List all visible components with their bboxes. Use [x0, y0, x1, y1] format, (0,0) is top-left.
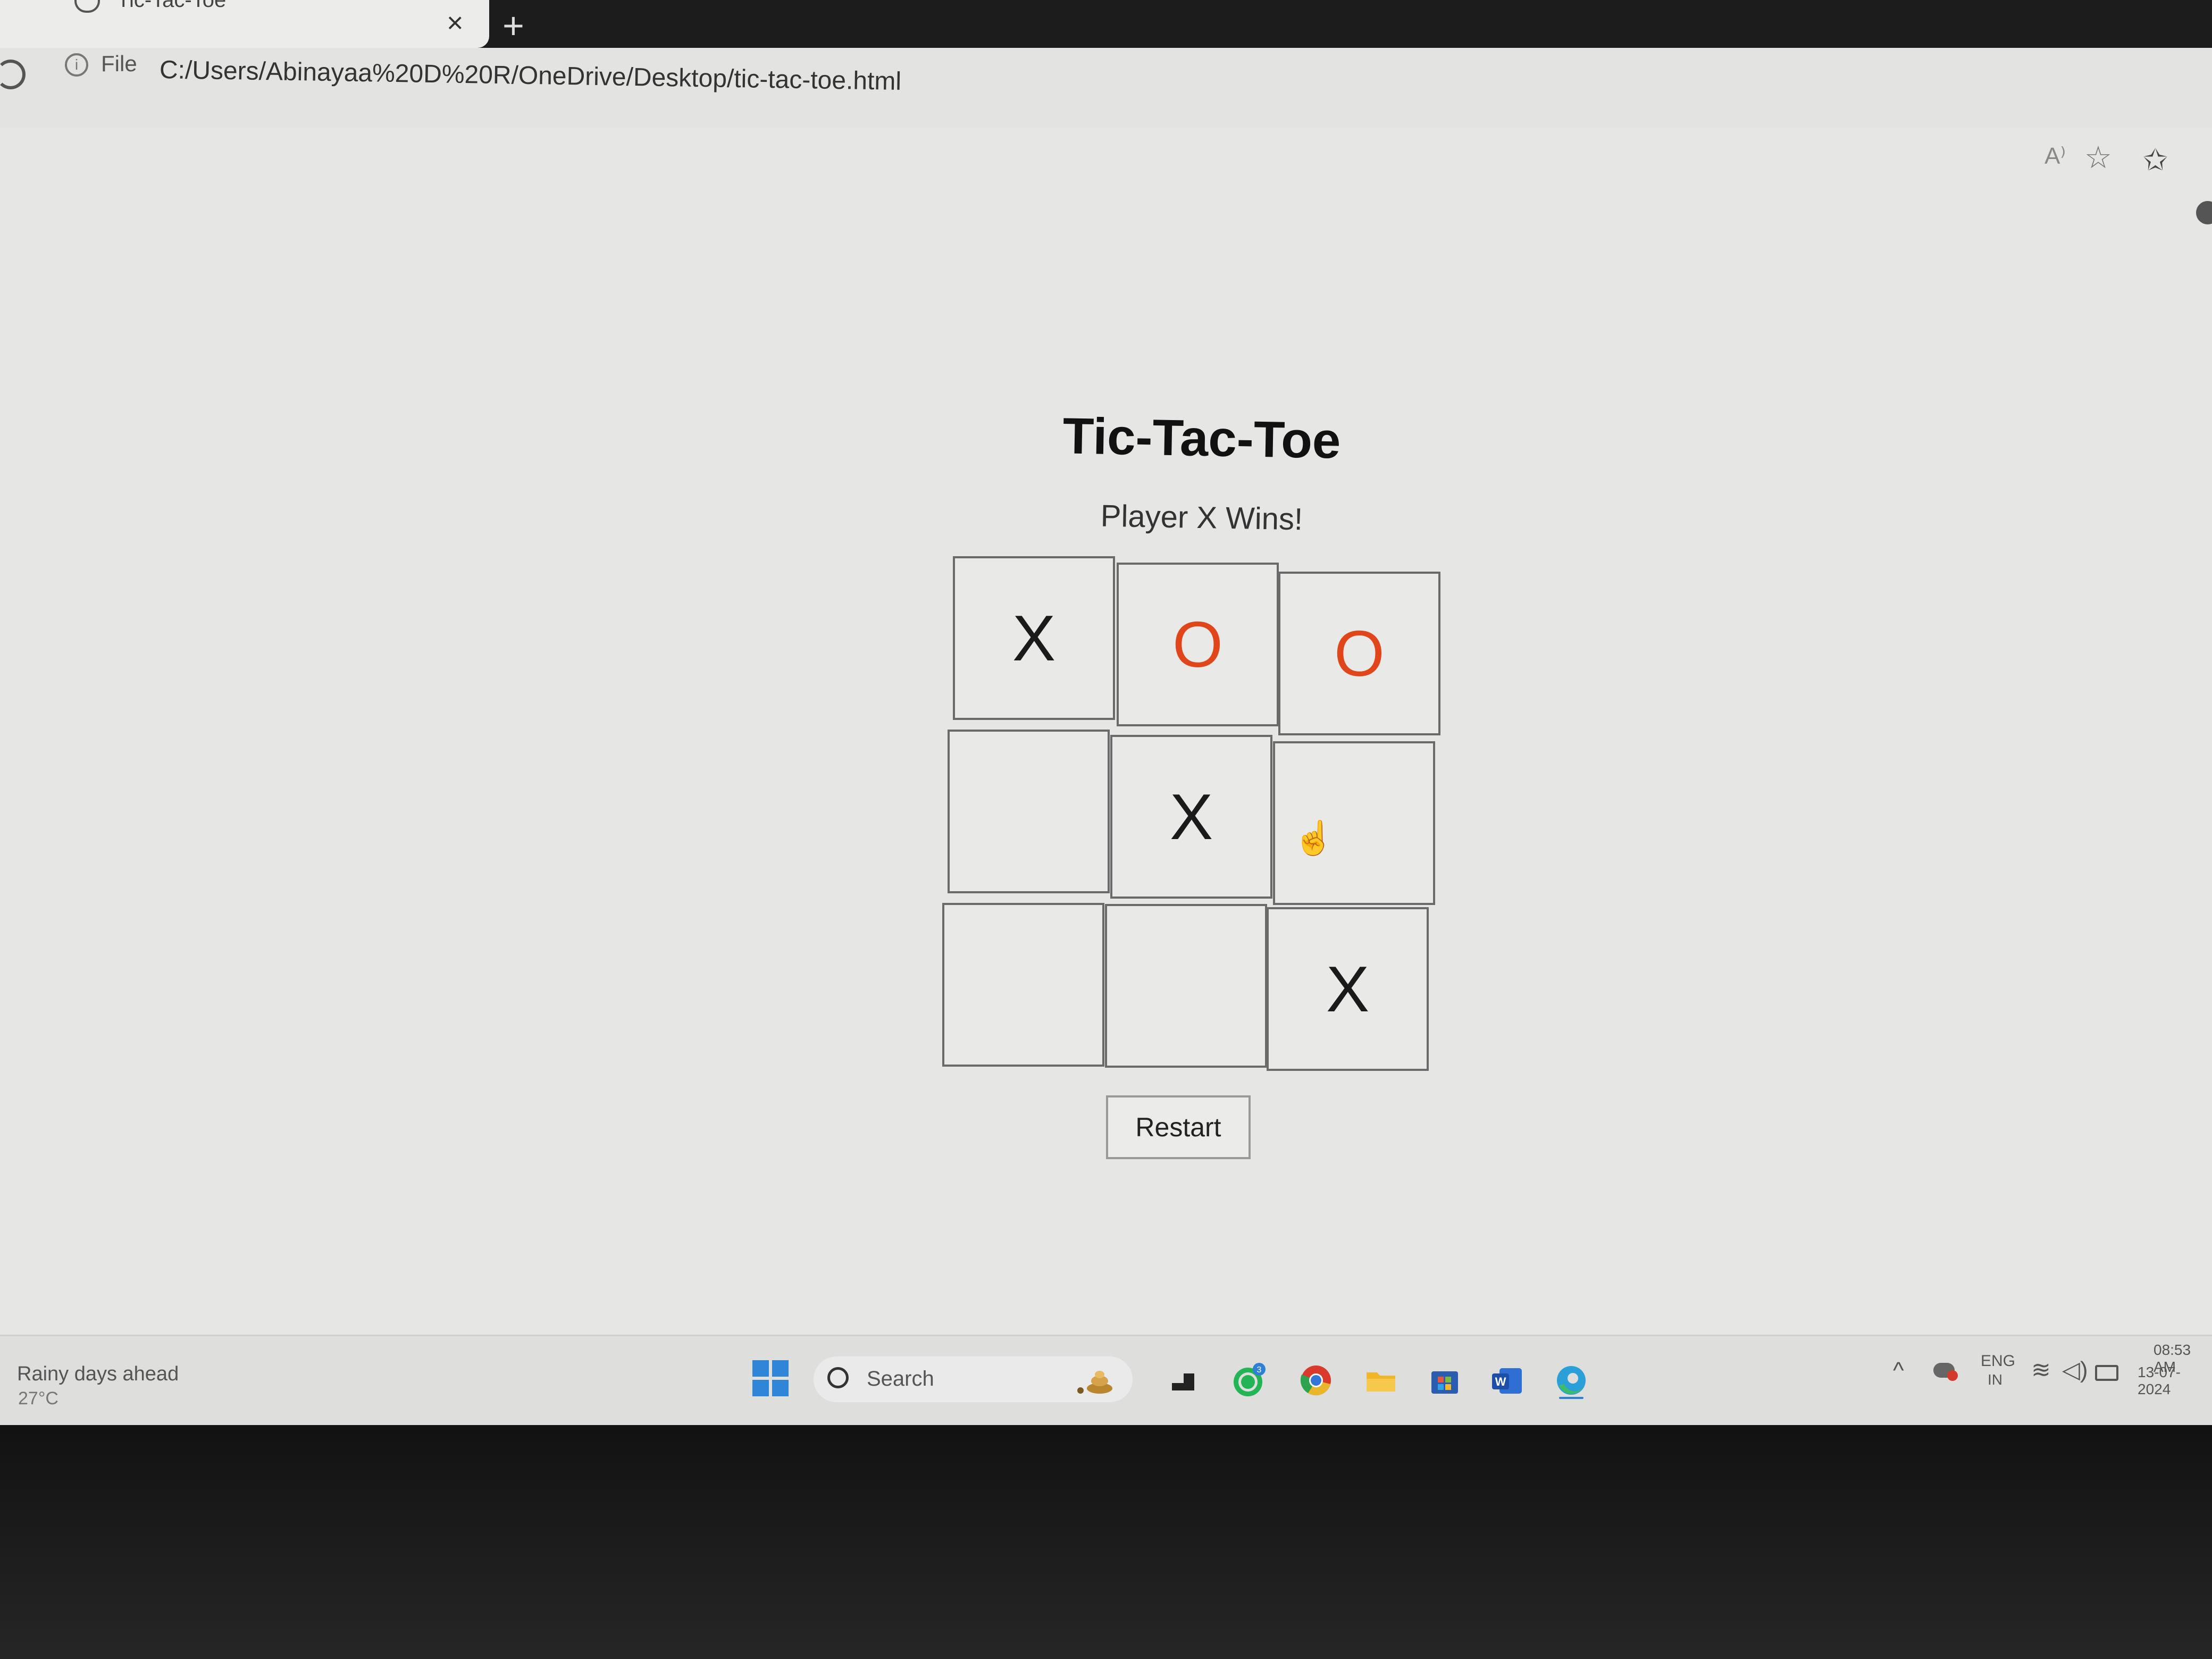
- board-cell-1[interactable]: O: [1117, 563, 1279, 726]
- info-icon[interactable]: i: [65, 53, 88, 77]
- taskbar: Rainy days ahead 27°C Search 3 W ^ ENG I…: [0, 1335, 2212, 1425]
- tab-bar: Tic-Tac-Toe × +: [0, 0, 2212, 48]
- edge-icon[interactable]: [1553, 1362, 1590, 1399]
- wifi-icon[interactable]: ≋: [2031, 1356, 2051, 1384]
- taskbar-search[interactable]: Search: [814, 1356, 1133, 1402]
- language-region: IN: [1988, 1371, 2002, 1388]
- read-aloud-icon[interactable]: A⁾: [2045, 143, 2066, 170]
- search-highlight-icon: [1077, 1371, 1112, 1394]
- tray-chevron-icon[interactable]: ^: [1893, 1358, 1904, 1384]
- laptop-bezel: [0, 1425, 2212, 1659]
- svg-text:W: W: [1495, 1375, 1506, 1388]
- task-view-icon[interactable]: [1164, 1362, 1202, 1399]
- clock-date[interactable]: 13-07-2024: [2138, 1364, 2212, 1398]
- file-label: File: [101, 51, 137, 76]
- tab-tic-tac-toe[interactable]: Tic-Tac-Toe ×: [0, 0, 489, 48]
- address-bar: i File C:/Users/Abinayaa%20D%20R/OneDriv…: [0, 48, 2212, 128]
- volume-icon[interactable]: ◁): [2062, 1356, 2088, 1384]
- weather-text[interactable]: Rainy days ahead: [17, 1363, 179, 1386]
- reload-icon[interactable]: [0, 60, 26, 89]
- onedrive-status-icon: [1947, 1370, 1958, 1381]
- tab-title: Tic-Tac-Toe: [117, 0, 227, 12]
- restart-button[interactable]: Restart: [1106, 1095, 1251, 1159]
- hand-cursor-icon: ☝: [1293, 820, 1335, 857]
- game-status: Player X Wins!: [1100, 498, 1303, 537]
- new-tab-button[interactable]: +: [502, 4, 524, 47]
- word-icon[interactable]: W: [1489, 1362, 1526, 1399]
- url-input[interactable]: C:/Users/Abinayaa%20D%20R/OneDrive/Deskt…: [160, 55, 902, 96]
- battery-icon[interactable]: [2095, 1365, 2118, 1381]
- board-cell-4[interactable]: X: [1110, 735, 1272, 899]
- close-tab-icon[interactable]: ×: [447, 6, 464, 39]
- search-placeholder: Search: [867, 1367, 934, 1390]
- board-cell-7[interactable]: [1105, 904, 1267, 1068]
- microsoft-store-icon[interactable]: [1426, 1362, 1463, 1399]
- chrome-icon[interactable]: [1297, 1362, 1335, 1399]
- whatsapp-badge: 3: [1257, 1365, 1262, 1375]
- board-cell-6[interactable]: [942, 903, 1104, 1067]
- favorite-star-icon[interactable]: ☆: [2084, 139, 2112, 175]
- globe-icon: [74, 0, 100, 13]
- whatsapp-icon[interactable]: 3: [1229, 1362, 1267, 1399]
- search-icon: [827, 1367, 849, 1388]
- start-button[interactable]: [752, 1360, 790, 1397]
- board-cell-3[interactable]: [948, 730, 1110, 893]
- board-cell-8[interactable]: X: [1267, 907, 1429, 1071]
- screen: Tic-Tac-Toe × + i File C:/Users/Abinayaa…: [0, 0, 2212, 1425]
- profile-icon[interactable]: [2196, 201, 2212, 224]
- favorites-icon[interactable]: ✩: [2143, 143, 2168, 178]
- weather-temperature: 27°C: [18, 1388, 58, 1409]
- board-cell-0[interactable]: X: [953, 556, 1115, 720]
- file-explorer-icon[interactable]: [1362, 1362, 1400, 1399]
- page-title: Tic-Tac-Toe: [1062, 407, 1342, 470]
- board-cell-2[interactable]: O: [1278, 572, 1440, 735]
- language-indicator[interactable]: ENG: [1981, 1352, 2015, 1370]
